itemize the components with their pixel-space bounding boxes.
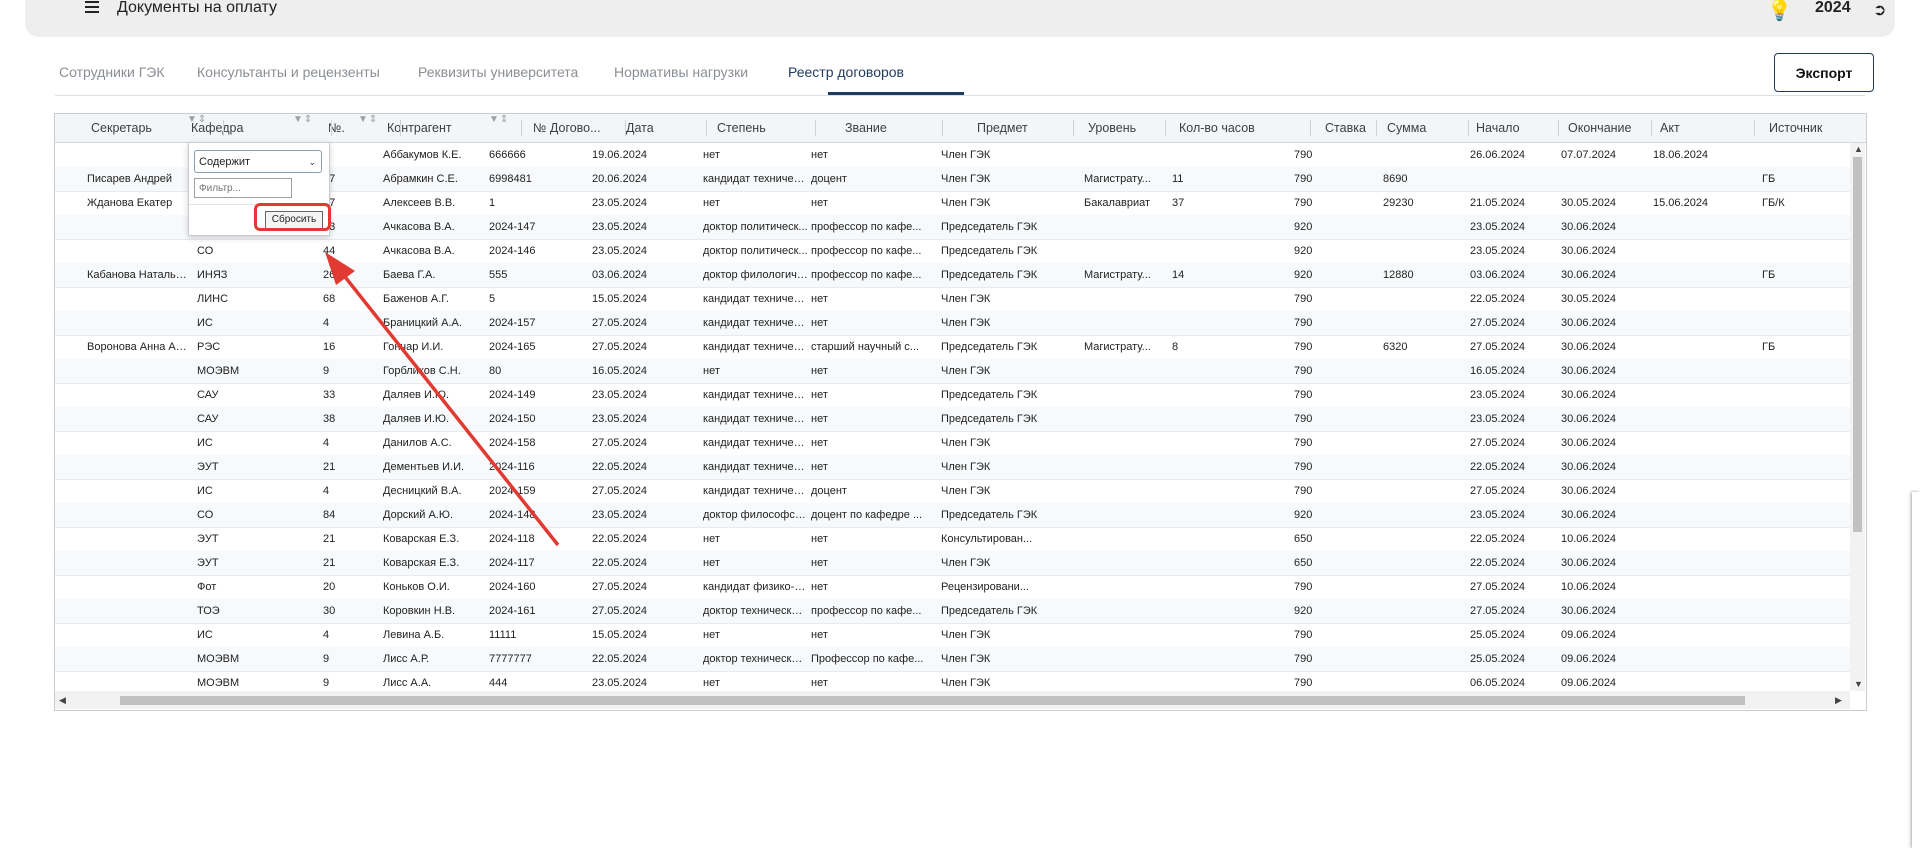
arrow-head <box>325 252 355 285</box>
annotation-arrow <box>325 252 560 547</box>
side-panel-edge <box>1912 492 1920 848</box>
arrow-shaft <box>336 266 560 547</box>
